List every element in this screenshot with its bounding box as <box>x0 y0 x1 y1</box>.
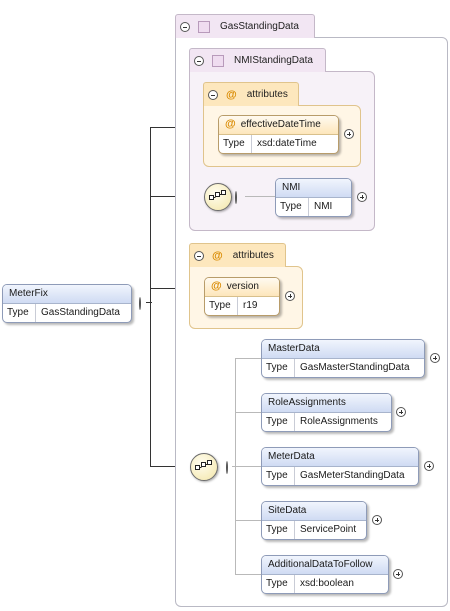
collapse-icon[interactable] <box>208 89 218 100</box>
master-data-element[interactable]: MasterData Type GasMasterStandingData <box>261 339 425 378</box>
collapse-icon[interactable] <box>139 297 141 310</box>
element-name: MeterFix <box>3 285 131 304</box>
nmi-standing-data-tab[interactable]: NMIStandingData <box>189 48 326 72</box>
type-key: Type <box>276 198 309 216</box>
type-value: GasMeterStandingData <box>300 470 405 481</box>
type-key: Type <box>219 135 252 153</box>
element-name: AdditionalDataToFollow <box>262 556 388 575</box>
complex-type-icon <box>212 54 224 67</box>
nmi-element[interactable]: NMI Type NMI <box>275 178 352 217</box>
type-value: NMI <box>314 201 333 212</box>
type-key: Type <box>262 467 295 485</box>
gas-attributes-tab[interactable]: @ attributes <box>189 243 286 267</box>
connector <box>245 196 275 197</box>
type-value: RoleAssignments <box>300 416 378 427</box>
collapse-icon[interactable] <box>194 250 204 261</box>
expand-icon[interactable] <box>285 291 295 301</box>
site-data-element[interactable]: SiteData Type ServicePoint <box>261 501 367 540</box>
attribute-icon: @ <box>211 280 222 292</box>
nmi-attributes-label: attributes <box>246 89 288 100</box>
element-name: SiteData <box>262 502 366 521</box>
type-key: Type <box>262 413 295 431</box>
type-value: GasMasterStandingData <box>300 362 410 373</box>
connector <box>235 412 261 413</box>
type-key: Type <box>262 521 295 539</box>
attribute-icon: @ <box>225 118 236 130</box>
expand-icon[interactable] <box>396 407 406 417</box>
collapse-icon[interactable] <box>180 21 190 32</box>
collapse-icon[interactable] <box>235 191 237 204</box>
gas-standing-data-tab[interactable]: GasStandingData <box>175 14 315 38</box>
type-value: ServicePoint <box>300 524 357 535</box>
complex-type-icon <box>198 20 210 33</box>
attribute-icon: @ <box>212 249 223 262</box>
gas-attributes-label: attributes <box>232 250 274 261</box>
expand-icon[interactable] <box>424 461 434 471</box>
connector <box>235 574 261 575</box>
element-name: MasterData <box>262 340 424 359</box>
connector <box>235 466 261 467</box>
type-key: Type <box>3 304 36 322</box>
nmi-attributes-tab[interactable]: @ attributes <box>203 82 299 106</box>
collapse-icon[interactable] <box>226 461 228 474</box>
element-name: RoleAssignments <box>262 394 391 413</box>
type-value: xsd:boolean <box>300 578 354 589</box>
expand-icon[interactable] <box>430 353 440 363</box>
connector <box>235 358 261 359</box>
expand-icon[interactable] <box>344 129 354 139</box>
expand-icon[interactable] <box>357 192 367 202</box>
type-key: Type <box>262 359 295 377</box>
type-value: GasStandingData <box>41 307 120 318</box>
collapse-icon[interactable] <box>194 55 204 66</box>
nmi-standing-data-label: NMIStandingData <box>234 55 313 66</box>
connector <box>146 302 152 303</box>
type-value: xsd:dateTime <box>257 138 317 149</box>
additional-data-to-follow-element[interactable]: AdditionalDataToFollow Type xsd:boolean <box>261 555 389 594</box>
sequence-icon[interactable] <box>190 453 218 481</box>
type-value: r19 <box>243 300 258 311</box>
element-name: MeterData <box>262 448 418 467</box>
type-key: Type <box>262 575 295 593</box>
meter-data-element[interactable]: MeterData Type GasMeterStandingData <box>261 447 419 486</box>
sequence-icon[interactable] <box>204 183 232 211</box>
connector <box>150 127 151 467</box>
role-assignments-element[interactable]: RoleAssignments Type RoleAssignments <box>261 393 392 432</box>
expand-icon[interactable] <box>393 569 403 579</box>
element-name: NMI <box>276 179 351 198</box>
effective-date-time-attribute[interactable]: @ effectiveDateTime Type xsd:dateTime <box>218 115 339 154</box>
connector <box>235 520 261 521</box>
gas-standing-data-label: GasStandingData <box>220 21 299 32</box>
meterfix-root-element[interactable]: MeterFix Type GasStandingData <box>2 284 132 323</box>
attribute-icon: @ <box>226 88 237 101</box>
attribute-name: effectiveDateTime <box>240 119 321 130</box>
expand-icon[interactable] <box>372 515 382 525</box>
type-key: Type <box>205 297 238 315</box>
version-attribute[interactable]: @ version Type r19 <box>204 277 280 316</box>
attribute-name: version <box>226 281 259 292</box>
